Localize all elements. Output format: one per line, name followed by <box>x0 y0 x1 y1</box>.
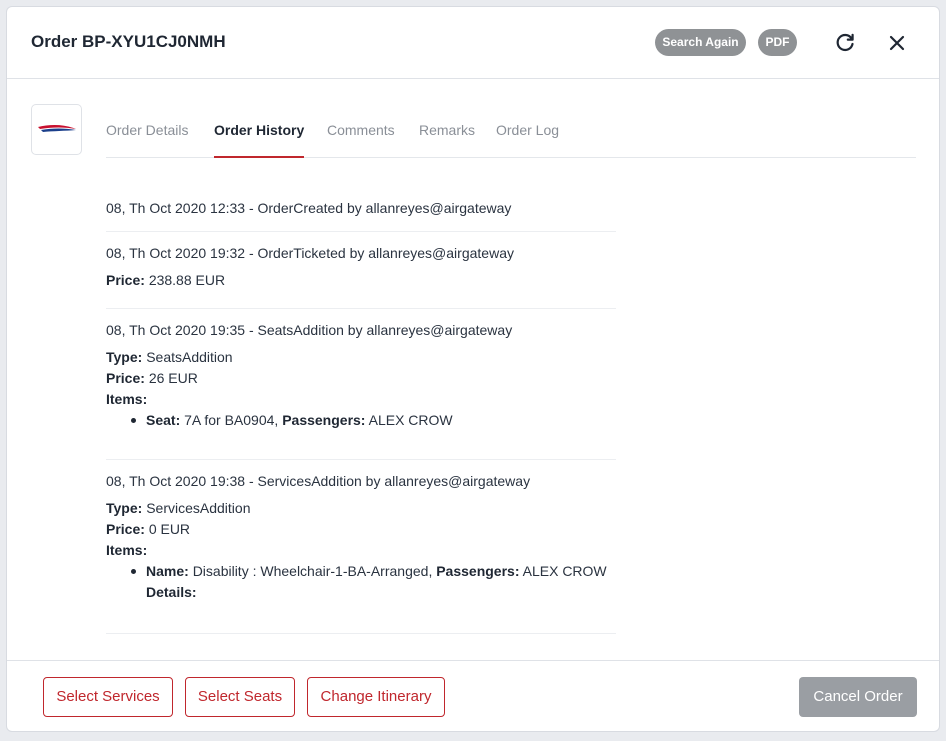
refresh-icon[interactable] <box>833 31 857 55</box>
passengers-label: Passengers: <box>436 563 520 579</box>
name-value: Disability : Wheelchair-1-BA-Arranged, <box>192 563 433 579</box>
select-seats-button[interactable]: Select Seats <box>185 677 295 717</box>
price-field: Price: 0 EUR <box>106 519 616 540</box>
price-value: 238.88 EUR <box>148 272 226 288</box>
modal-footer: Select Services Select Seats Change Itin… <box>7 660 939 731</box>
history-entry: 08, Th Oct 2020 19:35 - SeatsAddition by… <box>106 309 616 460</box>
history-entry-headline: 08, Th Oct 2020 19:38 - ServicesAddition… <box>106 473 531 489</box>
passengers-value: ALEX CROW <box>522 563 607 579</box>
items-label: Items: <box>106 542 148 558</box>
tab-remarks[interactable]: Remarks <box>419 104 475 158</box>
pdf-button[interactable]: PDF <box>758 29 797 56</box>
type-value: SeatsAddition <box>146 349 233 365</box>
tab-comments[interactable]: Comments <box>327 104 395 158</box>
list-item: Seat: 7A for BA0904, Passengers: ALEX CR… <box>128 410 616 431</box>
price-field: Price: 238.88 EUR <box>106 270 616 291</box>
price-label: Price: <box>106 272 145 288</box>
price-label: Price: <box>106 521 145 537</box>
items-list: Seat: 7A for BA0904, Passengers: ALEX CR… <box>106 410 616 431</box>
price-field: Price: 26 EUR <box>106 368 616 389</box>
order-title: Order BP-XYU1CJ0NMH <box>31 32 226 51</box>
history-entry-headline: 08, Th Oct 2020 19:35 - SeatsAddition by… <box>106 322 513 338</box>
items-field: Items: <box>106 540 616 561</box>
seat-value: 7A for BA0904, <box>184 412 279 428</box>
type-value: ServicesAddition <box>146 500 251 516</box>
history-entry-headline: 08, Th Oct 2020 12:33 - OrderCreated by … <box>106 200 512 216</box>
search-again-button[interactable]: Search Again <box>655 29 746 56</box>
price-value: 0 EUR <box>148 521 191 537</box>
type-label: Type: <box>106 349 143 365</box>
items-label: Items: <box>106 391 148 407</box>
history-entry: 08, Th Oct 2020 19:32 - OrderTicketed by… <box>106 232 616 309</box>
type-field: Type: ServicesAddition <box>106 498 616 519</box>
type-label: Type: <box>106 500 143 516</box>
airline-logo <box>31 104 82 155</box>
history-entry: 08, Th Oct 2020 19:38 - ServicesAddition… <box>106 460 616 634</box>
close-icon[interactable] <box>885 31 909 55</box>
name-label: Name: <box>146 563 189 579</box>
passengers-label: Passengers: <box>282 412 366 428</box>
order-tabs: Order Details Order History Comments Rem… <box>106 104 916 158</box>
price-value: 26 EUR <box>148 370 198 386</box>
details-label: Details: <box>146 584 197 600</box>
list-item: Name: Disability : Wheelchair-1-BA-Arran… <box>128 561 616 603</box>
tab-order-details[interactable]: Order Details <box>106 104 188 158</box>
items-list: Name: Disability : Wheelchair-1-BA-Arran… <box>106 561 616 603</box>
modal-header: Order BP-XYU1CJ0NMH Search Again PDF <box>7 7 939 79</box>
order-history-list: 08, Th Oct 2020 12:33 - OrderCreated by … <box>106 187 616 634</box>
tab-order-log[interactable]: Order Log <box>496 104 559 158</box>
select-services-button[interactable]: Select Services <box>43 677 173 717</box>
seat-label: Seat: <box>146 412 181 428</box>
type-field: Type: SeatsAddition <box>106 347 616 368</box>
change-itinerary-button[interactable]: Change Itinerary <box>307 677 445 717</box>
cancel-order-button[interactable]: Cancel Order <box>799 677 917 717</box>
history-entry: 08, Th Oct 2020 12:33 - OrderCreated by … <box>106 187 616 232</box>
history-entry-headline: 08, Th Oct 2020 19:32 - OrderTicketed by… <box>106 245 514 261</box>
items-field: Items: <box>106 389 616 410</box>
passengers-value: ALEX CROW <box>368 412 453 428</box>
order-modal: Order BP-XYU1CJ0NMH Search Again PDF Ord… <box>6 6 940 732</box>
price-label: Price: <box>106 370 145 386</box>
tab-order-history[interactable]: Order History <box>214 104 305 158</box>
